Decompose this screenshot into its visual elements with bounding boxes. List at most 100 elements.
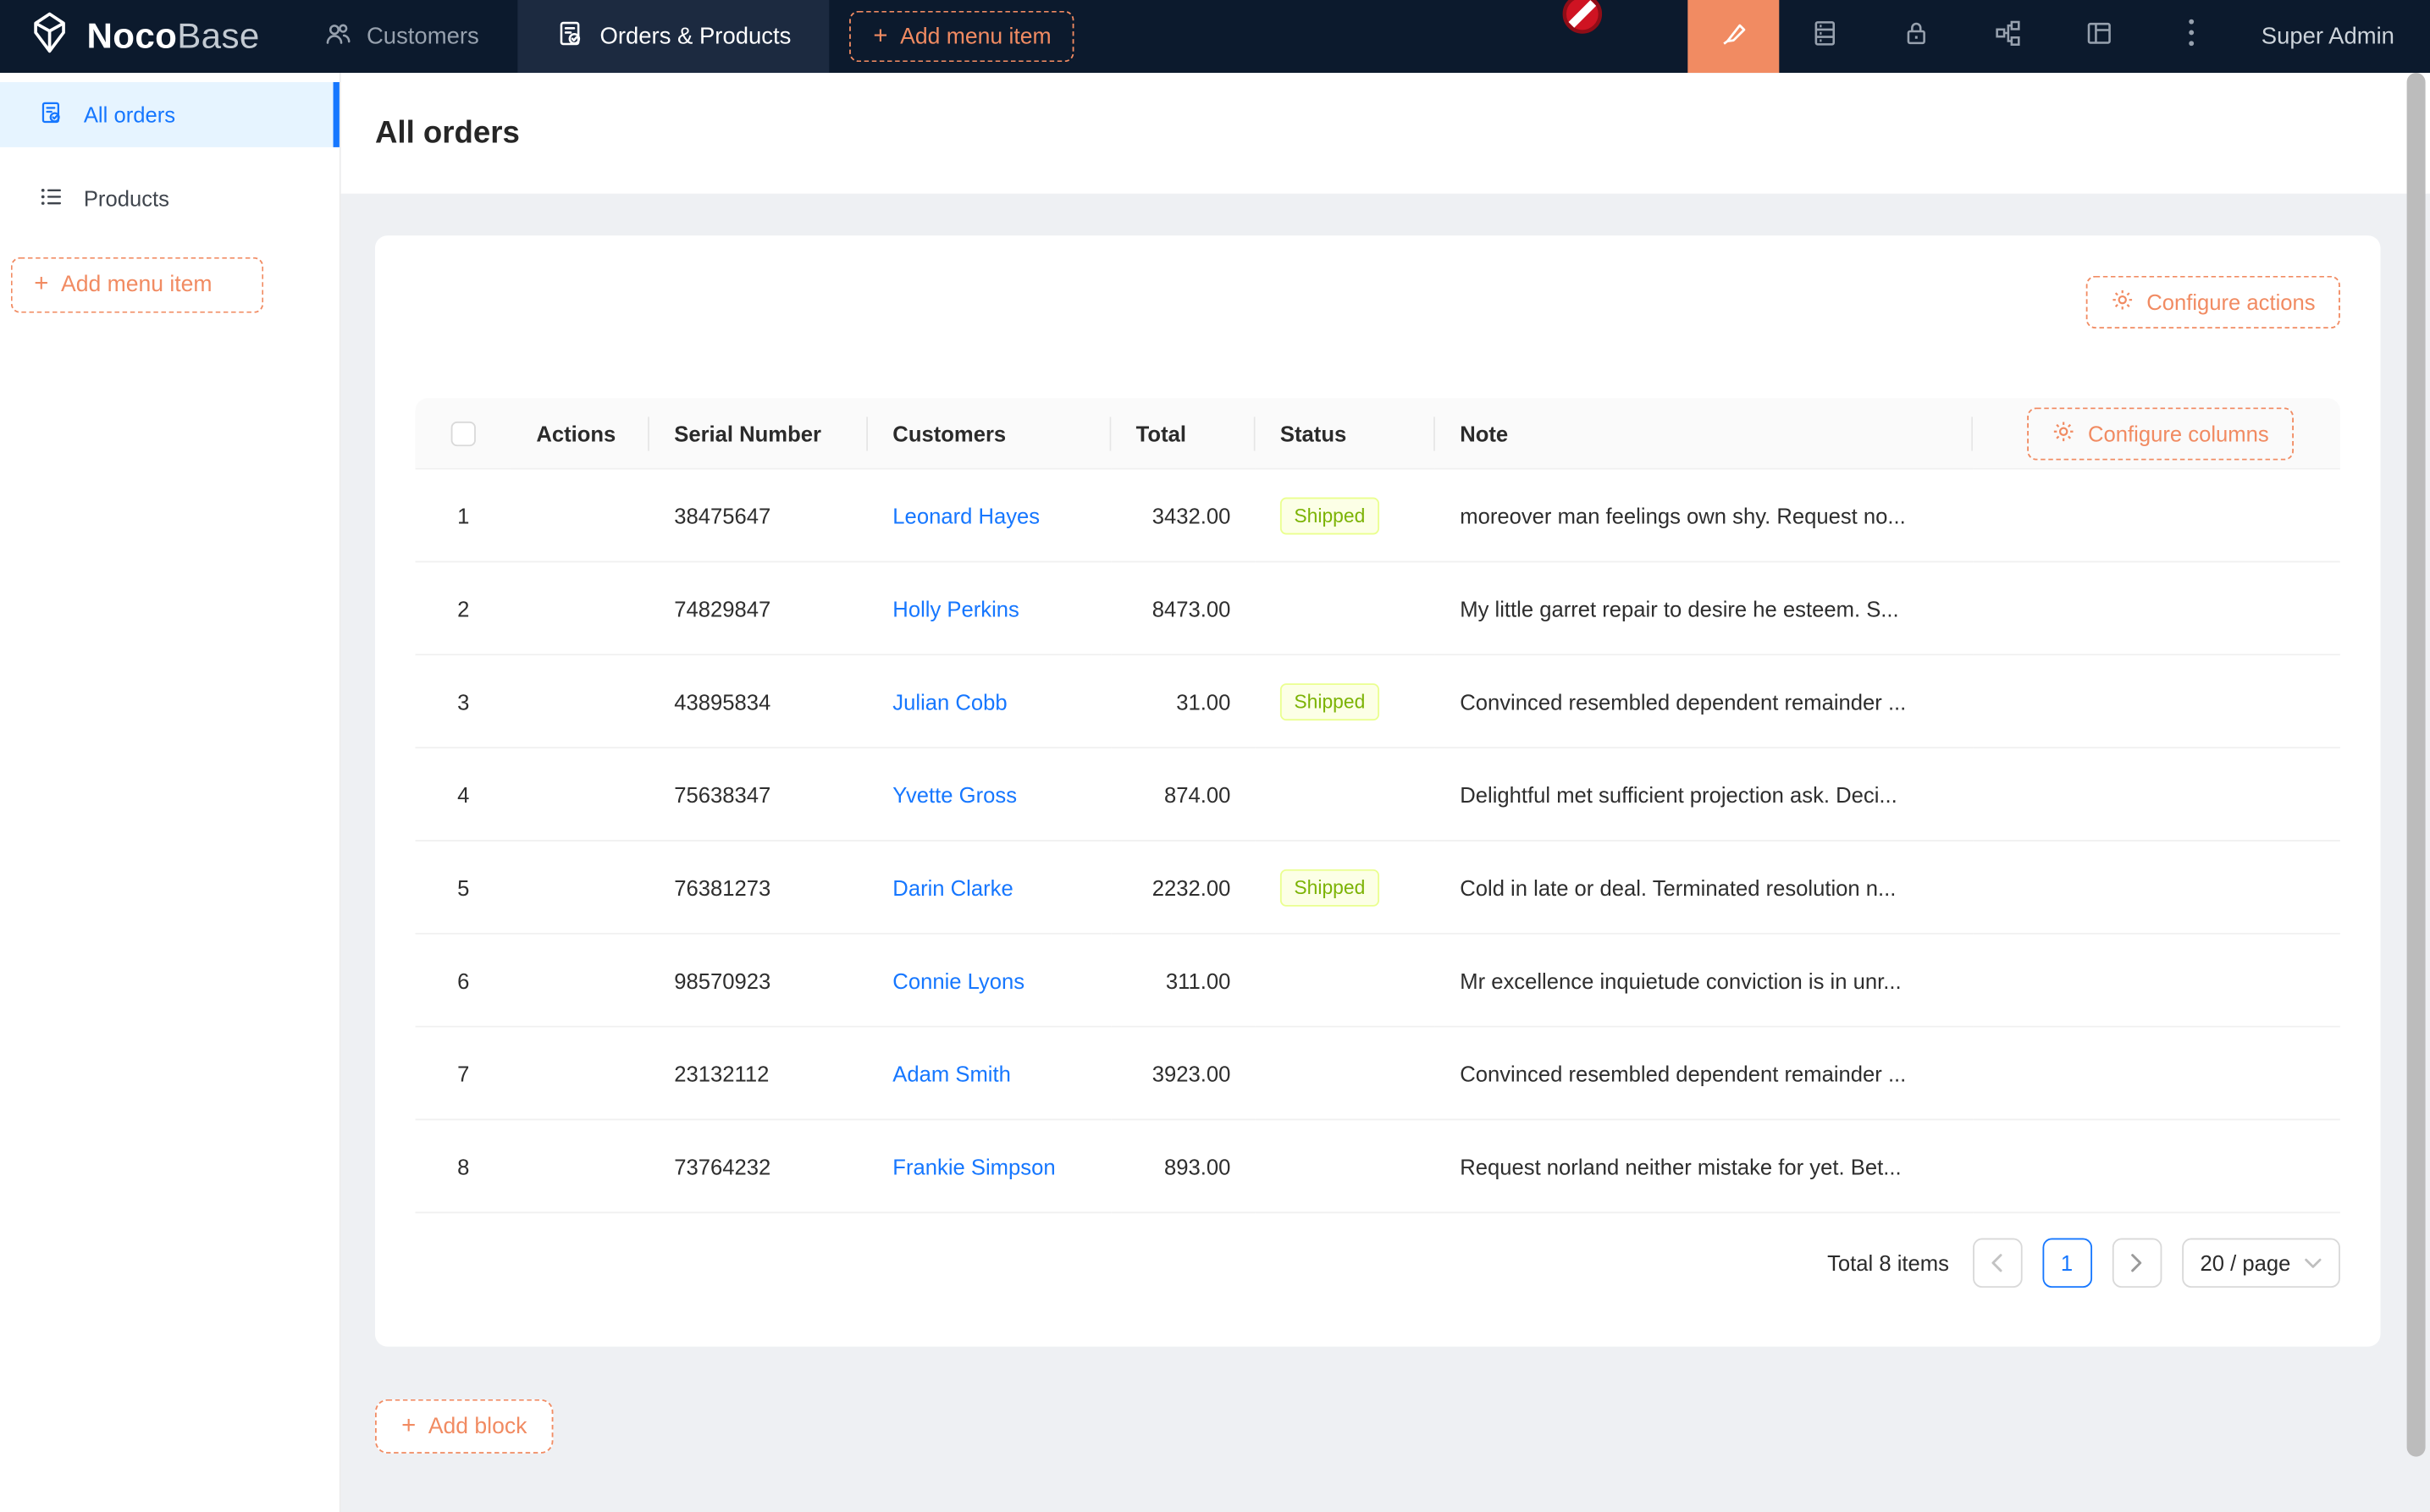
total-cell: 893.00 bbox=[1111, 1120, 1255, 1213]
row-index: 1 bbox=[416, 470, 511, 563]
customer-link[interactable]: Holly Perkins bbox=[892, 596, 1019, 621]
layout-button[interactable] bbox=[2053, 0, 2145, 73]
logo-text-base: Base bbox=[177, 15, 259, 56]
status-badge: Shipped bbox=[1280, 869, 1379, 906]
table-row[interactable]: 7 23132112 Adam Smith 3923.00 Convinced … bbox=[416, 1028, 2340, 1121]
customer-link[interactable]: Adam Smith bbox=[892, 1061, 1011, 1085]
page-size-value: 20 / page bbox=[2200, 1250, 2290, 1275]
nocobase-app: NocoBase Customers bbox=[0, 0, 2430, 1512]
select-all-checkbox[interactable] bbox=[451, 422, 476, 446]
empty-cell bbox=[1973, 1028, 2340, 1121]
content-area: All orders Configure actions bbox=[341, 73, 2430, 1512]
total-cell: 2232.00 bbox=[1111, 842, 1255, 935]
previous-page-button[interactable] bbox=[1972, 1238, 2022, 1288]
sidebar-item-products[interactable]: Products bbox=[0, 166, 340, 231]
chevron-down-icon bbox=[2305, 1257, 2322, 1268]
selected-indicator bbox=[334, 82, 340, 147]
unordered-list-icon bbox=[39, 184, 64, 213]
table-row[interactable]: 5 76381273 Darin Clarke 2232.00 Shipped … bbox=[416, 842, 2340, 935]
page-body: Configure actions bbox=[341, 194, 2430, 1512]
page-header: All orders bbox=[341, 73, 2430, 194]
total-cell: 8473.00 bbox=[1111, 562, 1255, 655]
customer-link[interactable]: Darin Clarke bbox=[892, 875, 1013, 899]
chevron-left-icon bbox=[1990, 1254, 2003, 1272]
note-cell: Convinced resembled dependent remainder … bbox=[1435, 1028, 1973, 1121]
table-row[interactable]: 6 98570923 Connie Lyons 311.00 Mr excell… bbox=[416, 935, 2340, 1028]
table-row[interactable]: 8 73764232 Frankie Simpson 893.00 Reques… bbox=[416, 1120, 2340, 1213]
tab-label: Customers bbox=[367, 23, 479, 49]
customer-link[interactable]: Yvette Gross bbox=[892, 781, 1017, 806]
customer-link[interactable]: Leonard Hayes bbox=[892, 503, 1040, 527]
row-index: 5 bbox=[416, 842, 511, 935]
team-icon bbox=[323, 19, 351, 53]
serial-number-cell: 98570923 bbox=[649, 935, 868, 1028]
table-row[interactable]: 2 74829847 Holly Perkins 8473.00 My litt… bbox=[416, 562, 2340, 655]
total-cell: 3432.00 bbox=[1111, 470, 1255, 563]
sidebar-item-all-orders[interactable]: All orders bbox=[0, 82, 340, 147]
lock-icon bbox=[1902, 18, 1931, 55]
plus-icon: + bbox=[873, 24, 887, 48]
orders-table: Actions Serial Number Customers Total St… bbox=[416, 398, 2340, 1213]
vertical-scrollbar[interactable] bbox=[2407, 73, 2426, 1457]
note-cell: Mr excellence inquietude conviction is i… bbox=[1435, 935, 1973, 1028]
tab-label: Orders & Products bbox=[600, 23, 792, 49]
logo-text-noco: Noco bbox=[87, 15, 178, 56]
next-page-button[interactable] bbox=[2112, 1238, 2162, 1288]
more-actions-button[interactable] bbox=[2145, 0, 2236, 73]
total-cell: 3923.00 bbox=[1111, 1028, 1255, 1121]
file-done-icon bbox=[556, 19, 584, 53]
pagination-total: Total 8 items bbox=[1827, 1250, 1949, 1275]
gear-icon bbox=[2052, 420, 2075, 448]
tab-customers[interactable]: Customers bbox=[284, 0, 518, 73]
note-cell: My little garret repair to desire he est… bbox=[1435, 562, 1973, 655]
actions-cell bbox=[511, 1120, 649, 1213]
column-header-total: Total bbox=[1111, 398, 1255, 469]
navbar-tabs: Customers Orders & Products bbox=[284, 0, 830, 73]
table-row[interactable]: 3 43895834 Julian Cobb 31.00 Shipped Con… bbox=[416, 655, 2340, 748]
orders-table-block: Configure actions bbox=[375, 235, 2381, 1346]
serial-number-cell: 43895834 bbox=[649, 655, 868, 748]
navbar-add-menu-item-button[interactable]: + Add menu item bbox=[850, 11, 1074, 62]
plugin-manager-button[interactable] bbox=[1962, 0, 2053, 73]
table-row[interactable]: 1 38475647 Leonard Hayes 3432.00 Shipped… bbox=[416, 470, 2340, 563]
tab-orders-products[interactable]: Orders & Products bbox=[517, 0, 830, 73]
empty-cell bbox=[1973, 748, 2340, 842]
add-menu-item-label: Add menu item bbox=[900, 24, 1052, 48]
nocobase-logo[interactable]: NocoBase bbox=[0, 0, 284, 73]
row-index: 3 bbox=[416, 655, 511, 748]
configure-actions-button[interactable]: Configure actions bbox=[2086, 276, 2340, 328]
actions-cell bbox=[511, 562, 649, 655]
sidebar-item-label: Products bbox=[84, 186, 169, 211]
sidebar-item-label: All orders bbox=[84, 102, 175, 127]
page-size-select[interactable]: 20 / page bbox=[2181, 1238, 2339, 1288]
ui-editor-button[interactable] bbox=[1688, 0, 1780, 73]
database-icon bbox=[1810, 18, 1840, 55]
actions-cell bbox=[511, 1028, 649, 1121]
actions-cell bbox=[511, 935, 649, 1028]
serial-number-cell: 76381273 bbox=[649, 842, 868, 935]
actions-cell bbox=[511, 655, 649, 748]
serial-number-cell: 74829847 bbox=[649, 562, 868, 655]
customer-link[interactable]: Connie Lyons bbox=[892, 968, 1024, 992]
serial-number-cell: 38475647 bbox=[649, 470, 868, 563]
customer-link[interactable]: Frankie Simpson bbox=[892, 1154, 1055, 1178]
ellipsis-vertical-icon bbox=[2188, 19, 2194, 54]
gear-icon bbox=[2111, 288, 2134, 316]
table-row[interactable]: 4 75638347 Yvette Gross 874.00 Delightfu… bbox=[416, 748, 2340, 842]
empty-cell bbox=[1973, 842, 2340, 935]
sidebar-add-menu-item-button[interactable]: + Add menu item bbox=[11, 257, 263, 313]
empty-cell bbox=[1973, 1120, 2340, 1213]
row-index: 7 bbox=[416, 1028, 511, 1121]
empty-cell bbox=[1973, 470, 2340, 563]
note-cell: Request norland neither mistake for yet.… bbox=[1435, 1120, 1973, 1213]
main-area: All orders Products + Add menu item All bbox=[0, 73, 2430, 1512]
user-menu[interactable]: Super Admin bbox=[2236, 0, 2430, 73]
collections-button[interactable] bbox=[1779, 0, 1870, 73]
configure-columns-button[interactable]: Configure columns bbox=[2028, 407, 2294, 460]
add-block-button[interactable]: + Add block bbox=[375, 1399, 554, 1454]
serial-number-cell: 23132112 bbox=[649, 1028, 868, 1121]
customer-link[interactable]: Julian Cobb bbox=[892, 689, 1007, 714]
access-control-button[interactable] bbox=[1870, 0, 1962, 73]
user-name: Super Admin bbox=[2262, 23, 2394, 49]
page-number-button[interactable]: 1 bbox=[2042, 1238, 2092, 1288]
